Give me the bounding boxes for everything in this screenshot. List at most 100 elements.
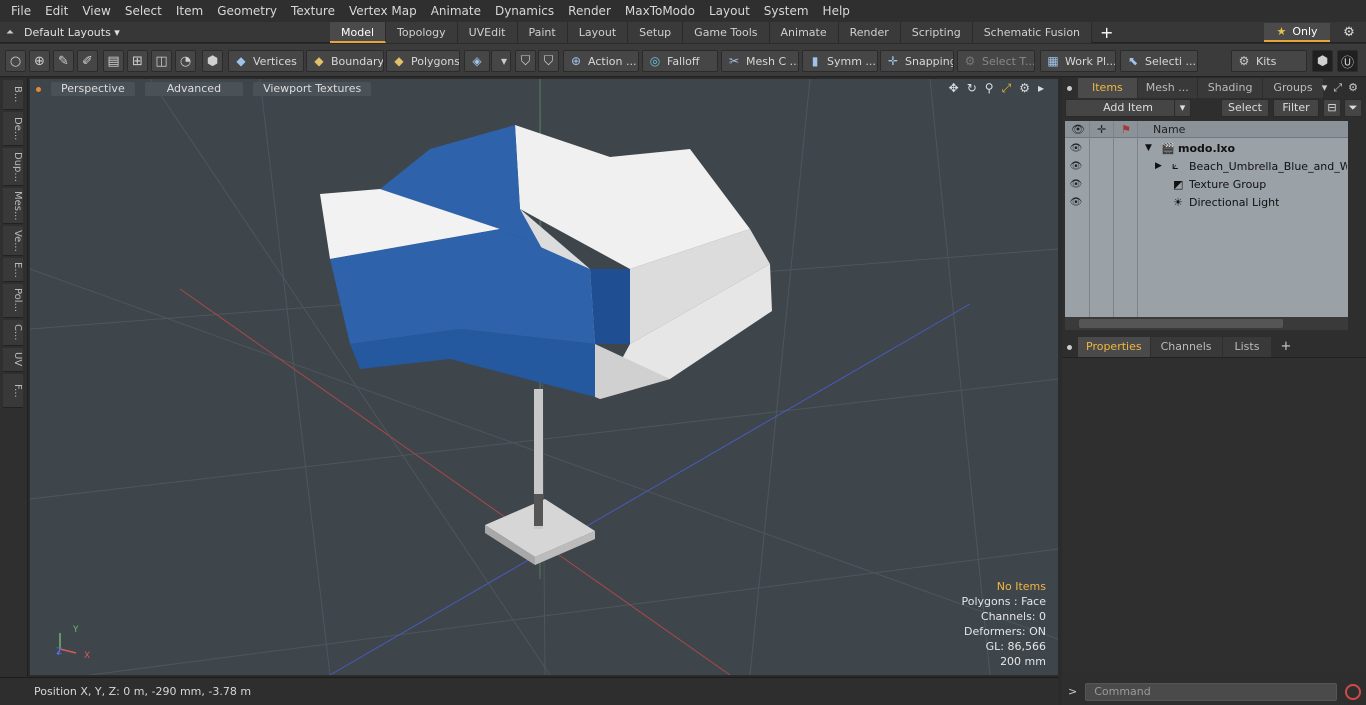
tree-scrollbar[interactable]	[1065, 317, 1348, 330]
work-plane-button[interactable]: ▦ Work Pl...	[1040, 50, 1116, 72]
add-item-dropdown-icon[interactable]: ▾	[1174, 99, 1191, 117]
scrollbar-thumb[interactable]	[1079, 319, 1283, 328]
tab-setup[interactable]: Setup	[628, 22, 684, 43]
command-history-icon[interactable]: >	[1068, 685, 1077, 698]
tree-item-scene[interactable]: 👁 ▼ 🎬 modo.lxo	[1065, 139, 1348, 157]
viewport-play-icon[interactable]: ▸	[1038, 81, 1044, 96]
add-props-tab-icon[interactable]: +	[1272, 337, 1299, 357]
tab-groups[interactable]: Groups	[1263, 78, 1323, 98]
viewport-textures-button[interactable]: Viewport Textures	[253, 82, 372, 96]
kits-button[interactable]: ⚙ Kits	[1231, 50, 1307, 72]
rotate-icon[interactable]: ◔	[175, 50, 196, 72]
brush-icon[interactable]: ✐	[77, 50, 98, 72]
name-column-header[interactable]: Name	[1153, 123, 1185, 136]
vertices-button[interactable]: ◆ Vertices	[228, 50, 304, 72]
props-menu-dot[interactable]	[1067, 344, 1072, 350]
boundary-button[interactable]: ◆ Boundary	[306, 50, 384, 72]
align-icon[interactable]: ▤	[103, 50, 124, 72]
sidebar-tab-deform[interactable]: De...	[3, 112, 23, 146]
menu-layout[interactable]: Layout	[702, 0, 757, 22]
polygons-button[interactable]: ◆ Polygons	[386, 50, 460, 72]
collapse-icon[interactable]: ⊟	[1323, 99, 1341, 117]
selection-sets-button[interactable]: ⬉ Selecti ...	[1120, 50, 1198, 72]
material-dropdown[interactable]: ▾	[491, 50, 511, 72]
expand-arrow-icon[interactable]: ▼	[1145, 143, 1152, 153]
funnel-icon[interactable]: ⏷	[1344, 99, 1362, 117]
tab-paint[interactable]: Paint	[517, 22, 568, 43]
item-mode-icon[interactable]: ⬢	[202, 50, 223, 72]
menu-maxtomodo[interactable]: MaxToModo	[618, 0, 702, 22]
symmetry-shield-icon[interactable]: ⛉	[515, 50, 536, 72]
tree-item-light[interactable]: 👁 ☀ Directional Light	[1065, 193, 1348, 211]
tab-shading[interactable]: Shading	[1197, 78, 1263, 98]
symmetry-button[interactable]: ▮ Symm ...	[802, 50, 878, 72]
maximize-icon[interactable]: ⤢	[1002, 81, 1012, 96]
menu-geometry[interactable]: Geometry	[210, 0, 284, 22]
layout-selector[interactable]: Default Layouts ▾	[24, 26, 120, 39]
menu-animate[interactable]: Animate	[424, 0, 488, 22]
viewport-canvas[interactable]	[30, 79, 1058, 675]
sidebar-tab-edge[interactable]: E...	[3, 258, 23, 282]
layout-toggle-icon[interactable]: ⏶	[6, 27, 14, 38]
record-icon[interactable]	[1345, 683, 1362, 700]
tree-item-texture-group[interactable]: 👁 ◩ Texture Group	[1065, 175, 1348, 193]
pan-icon[interactable]: ✥	[949, 81, 959, 96]
add-tab-icon[interactable]: +	[1092, 22, 1121, 43]
select-button[interactable]: Select	[1221, 99, 1269, 117]
menu-file[interactable]: File	[4, 0, 38, 22]
tab-scripting[interactable]: Scripting	[900, 22, 973, 43]
zoom-icon[interactable]: ⚲	[985, 81, 994, 96]
tab-schematic-fusion[interactable]: Schematic Fusion	[972, 22, 1093, 43]
center-icon[interactable]: ⊞	[127, 50, 148, 72]
orbit-icon[interactable]: ↻	[967, 81, 977, 96]
panel-menu-dot[interactable]	[1067, 85, 1072, 91]
menu-texture[interactable]: Texture	[284, 0, 342, 22]
tab-render[interactable]: Render	[838, 22, 901, 43]
eye-icon[interactable]: 👁	[1069, 161, 1083, 172]
menu-view[interactable]: View	[75, 0, 117, 22]
menu-item[interactable]: Item	[169, 0, 210, 22]
tab-properties[interactable]: Properties	[1078, 337, 1150, 357]
tab-animate[interactable]: Animate	[769, 22, 839, 43]
expand-icon[interactable]: ⤢	[1333, 81, 1342, 95]
menu-system[interactable]: System	[757, 0, 816, 22]
material-button[interactable]: ◈	[464, 50, 490, 72]
sidebar-tab-mesh[interactable]: Mes...	[3, 188, 23, 224]
tab-topology[interactable]: Topology	[386, 22, 458, 43]
snapping-button[interactable]: ✛ Snapping	[880, 50, 954, 72]
menu-vertex-map[interactable]: Vertex Map	[342, 0, 424, 22]
eye-icon[interactable]: 👁	[1069, 143, 1083, 154]
sidebar-tab-duplicate[interactable]: Dup...	[3, 148, 23, 186]
menu-render[interactable]: Render	[561, 0, 618, 22]
tabs-dropdown-icon[interactable]: ▾	[1322, 81, 1328, 95]
menu-select[interactable]: Select	[118, 0, 169, 22]
menu-edit[interactable]: Edit	[38, 0, 75, 22]
menu-help[interactable]: Help	[816, 0, 857, 22]
tree-item-mesh[interactable]: 👁 ▶ ⟀ Beach_Umbrella_Blue_and_W...	[1065, 157, 1348, 175]
panel-gear-icon[interactable]: ⚙	[1348, 81, 1358, 95]
viewport-gear-icon[interactable]: ⚙	[1019, 81, 1030, 96]
filter-button[interactable]: Filter	[1273, 99, 1319, 117]
eye-icon[interactable]: 👁	[1069, 197, 1083, 208]
select-through-button[interactable]: ⚙ Select T...	[957, 50, 1035, 72]
viewport-menu-dot[interactable]	[36, 86, 41, 92]
tab-uvedit[interactable]: UVEdit	[457, 22, 518, 43]
expand-arrow-icon[interactable]: ▶	[1155, 161, 1162, 171]
tab-lists[interactable]: Lists	[1222, 337, 1272, 357]
tab-mesh[interactable]: Mesh ...	[1137, 78, 1197, 98]
action-center-button[interactable]: ⊕ Action ...	[563, 50, 639, 72]
gear-icon[interactable]: ⚙	[1340, 24, 1358, 42]
frame-icon[interactable]: ◫	[151, 50, 172, 72]
sidebar-tab-basic[interactable]: B...	[3, 80, 23, 110]
tab-items[interactable]: Items	[1078, 78, 1137, 98]
circle-select-icon[interactable]: ○	[5, 50, 26, 72]
ball-shield-icon[interactable]: ⛉	[538, 50, 559, 72]
tab-game-tools[interactable]: Game Tools	[683, 22, 770, 43]
command-input[interactable]: Command	[1085, 682, 1338, 701]
mesh-constraint-button[interactable]: ✂ Mesh C ...	[721, 50, 799, 72]
sidebar-tab-vertex[interactable]: Ve...	[3, 226, 23, 256]
unreal-icon[interactable]: Ⓤ	[1337, 50, 1358, 72]
viewport-advanced-button[interactable]: Advanced	[144, 82, 244, 96]
globe-icon[interactable]: ⊕	[29, 50, 50, 72]
sidebar-tab-polygon[interactable]: Pol...	[3, 284, 23, 318]
